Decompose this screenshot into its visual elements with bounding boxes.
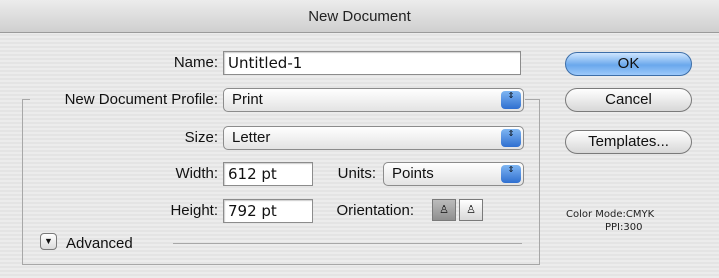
profile-group-top-left	[22, 99, 30, 100]
orientation-label: Orientation:	[336, 202, 414, 219]
title-bar: New Document	[0, 0, 719, 33]
name-input[interactable]: Untitled-1	[223, 51, 521, 75]
profile-group-right	[539, 99, 540, 264]
width-label: Width:	[175, 165, 218, 182]
portrait-orientation-button[interactable]: ♙	[432, 199, 456, 221]
advanced-divider	[173, 243, 522, 244]
advanced-disclosure-button[interactable]: ▼	[40, 233, 57, 250]
size-label: Size:	[184, 129, 218, 146]
name-label: Name:	[173, 54, 218, 71]
units-select[interactable]: Points ⇕	[383, 162, 524, 186]
color-mode-info: Color Mode:CMYK	[566, 209, 655, 220]
profile-select[interactable]: Print ⇕	[223, 88, 524, 112]
templates-button[interactable]: Templates...	[565, 130, 692, 154]
profile-group-bottom	[22, 264, 540, 265]
window-title: New Document	[308, 8, 411, 25]
height-label: Height:	[170, 202, 218, 219]
disclosure-triangle-icon: ▼	[44, 236, 53, 246]
portrait-icon: ♙	[439, 204, 449, 216]
profile-label: New Document Profile:	[64, 91, 218, 108]
units-value: Points	[392, 165, 434, 182]
size-select[interactable]: Letter ⇕	[223, 126, 524, 150]
popup-arrows-icon: ⇕	[501, 91, 521, 109]
width-input[interactable]: 612 pt	[223, 162, 313, 186]
profile-value: Print	[232, 91, 263, 108]
height-input[interactable]: 792 pt	[223, 199, 313, 223]
profile-group-left	[22, 99, 23, 264]
cancel-button[interactable]: Cancel	[565, 88, 692, 112]
landscape-orientation-button[interactable]: ♙	[459, 199, 483, 221]
landscape-icon: ♙	[466, 204, 476, 216]
profile-group-top-right	[525, 99, 540, 100]
advanced-label: Advanced	[66, 235, 133, 252]
popup-arrows-icon: ⇕	[501, 129, 521, 147]
popup-arrows-icon: ⇕	[501, 165, 521, 183]
ppi-info: PPI:300	[605, 222, 643, 233]
units-label: Units:	[337, 165, 376, 182]
size-value: Letter	[232, 129, 271, 146]
ok-button[interactable]: OK	[565, 52, 692, 76]
